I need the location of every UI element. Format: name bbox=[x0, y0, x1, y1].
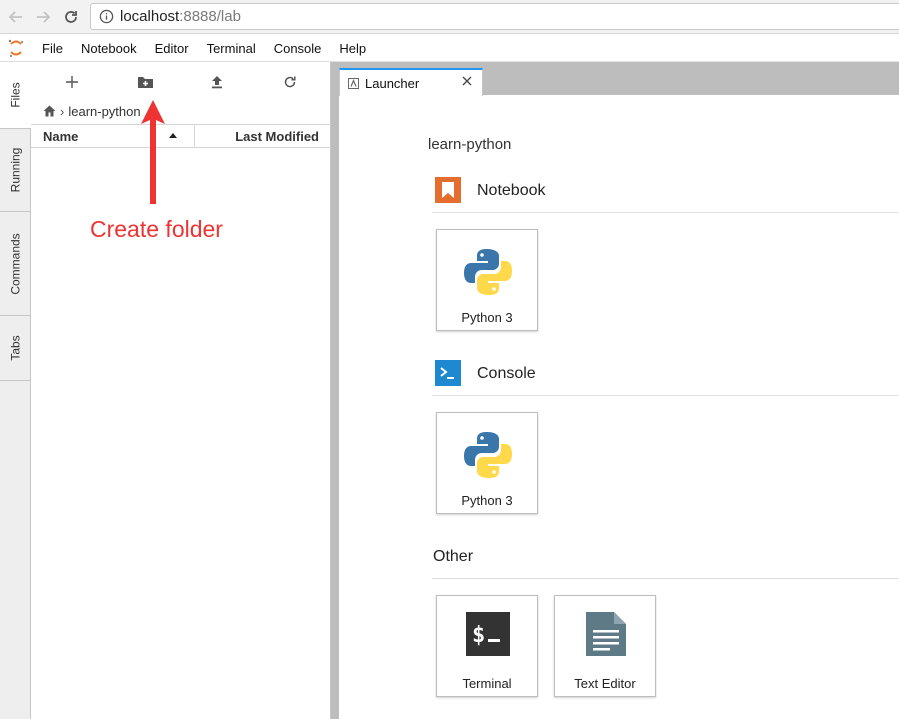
launcher-icon bbox=[348, 77, 359, 89]
tab-launcher[interactable]: Launcher bbox=[339, 68, 483, 96]
annotation-arrow bbox=[141, 100, 165, 204]
info-icon bbox=[99, 9, 114, 24]
terminal-icon: $ bbox=[466, 612, 510, 656]
left-sidebar-tabs: Files Running Commands Tabs bbox=[0, 62, 32, 719]
menu-help[interactable]: Help bbox=[339, 41, 366, 56]
new-folder-button[interactable] bbox=[135, 72, 155, 92]
section-divider bbox=[432, 212, 899, 213]
section-console-title: Console bbox=[477, 365, 536, 382]
section-other-title: Other bbox=[433, 548, 474, 565]
upload-button[interactable] bbox=[207, 72, 227, 92]
card-label: Python 3 bbox=[461, 493, 513, 508]
annotation-label: Create folder bbox=[90, 216, 223, 242]
new-folder-icon bbox=[137, 77, 153, 88]
python-logo-icon bbox=[464, 432, 512, 478]
menu-terminal[interactable]: Terminal bbox=[207, 41, 256, 56]
arrow-right-icon bbox=[37, 11, 51, 23]
address-bar[interactable]: localhost:8888/lab bbox=[90, 3, 899, 30]
file-list-header: Name Last Modified bbox=[31, 124, 331, 148]
section-notebook-title: Notebook bbox=[477, 182, 546, 199]
breadcrumb-folder[interactable]: learn-python bbox=[68, 104, 140, 119]
plus-icon bbox=[66, 76, 78, 88]
column-divider[interactable] bbox=[194, 125, 195, 147]
forward-button[interactable] bbox=[33, 7, 53, 27]
terminal-card[interactable]: $ Terminal bbox=[436, 595, 538, 697]
menu-console[interactable]: Console bbox=[274, 41, 322, 56]
reload-icon bbox=[65, 11, 77, 23]
console-python3-card[interactable]: Python 3 bbox=[436, 412, 538, 514]
url-path: :8888/lab bbox=[179, 8, 241, 25]
file-browser: › learn-python Name Last Modified bbox=[31, 62, 331, 719]
home-icon[interactable] bbox=[43, 105, 56, 117]
close-icon[interactable] bbox=[461, 75, 473, 87]
arrow-left-icon bbox=[8, 11, 22, 23]
launcher-cwd: learn-python bbox=[428, 136, 512, 153]
breadcrumb: › learn-python bbox=[43, 102, 141, 120]
tab-tabs-label: Tabs bbox=[8, 335, 23, 361]
menu-file[interactable]: File bbox=[42, 41, 63, 56]
section-divider bbox=[432, 395, 899, 396]
tab-files-label: Files bbox=[9, 82, 23, 108]
breadcrumb-separator: › bbox=[60, 103, 65, 119]
new-launcher-button[interactable] bbox=[62, 72, 82, 92]
console-icon bbox=[435, 360, 461, 386]
jupyter-logo-icon bbox=[8, 39, 23, 57]
tab-running[interactable]: Running bbox=[0, 129, 31, 212]
notebook-icon bbox=[435, 177, 461, 203]
tab-tabs[interactable]: Tabs bbox=[0, 316, 31, 381]
card-label: Terminal bbox=[462, 676, 512, 691]
menu-notebook[interactable]: Notebook bbox=[81, 41, 137, 56]
notebook-python3-card[interactable]: Python 3 bbox=[436, 229, 538, 331]
menu-items: File Notebook Editor Terminal Console He… bbox=[42, 34, 384, 62]
sort-ascending-icon bbox=[169, 133, 177, 138]
tab-commands[interactable]: Commands bbox=[0, 212, 31, 316]
tab-commands-label: Commands bbox=[8, 232, 23, 295]
card-label: Text Editor bbox=[574, 676, 636, 691]
section-divider bbox=[432, 578, 899, 579]
menu-editor[interactable]: Editor bbox=[155, 41, 189, 56]
refresh-icon bbox=[284, 76, 296, 88]
column-name-header[interactable]: Name bbox=[43, 129, 78, 144]
back-button[interactable] bbox=[6, 7, 26, 27]
upload-icon bbox=[212, 76, 222, 89]
card-label: Python 3 bbox=[461, 310, 513, 325]
svg-text:$: $ bbox=[472, 623, 485, 648]
column-modified-header[interactable]: Last Modified bbox=[235, 129, 319, 144]
url-host: localhost bbox=[120, 8, 180, 25]
tab-launcher-label: Launcher bbox=[365, 75, 420, 91]
python-logo-icon bbox=[464, 249, 512, 295]
text-editor-icon bbox=[586, 612, 626, 656]
tab-files[interactable]: Files bbox=[0, 62, 32, 129]
browser-toolbar: localhost:8888/lab bbox=[0, 0, 899, 34]
text-editor-card[interactable]: Text Editor bbox=[554, 595, 656, 697]
tab-running-label: Running bbox=[8, 147, 23, 193]
panel-gutter bbox=[331, 95, 339, 719]
refresh-button[interactable] bbox=[280, 72, 300, 92]
file-browser-toolbar bbox=[31, 62, 331, 100]
reload-button[interactable] bbox=[61, 7, 81, 27]
